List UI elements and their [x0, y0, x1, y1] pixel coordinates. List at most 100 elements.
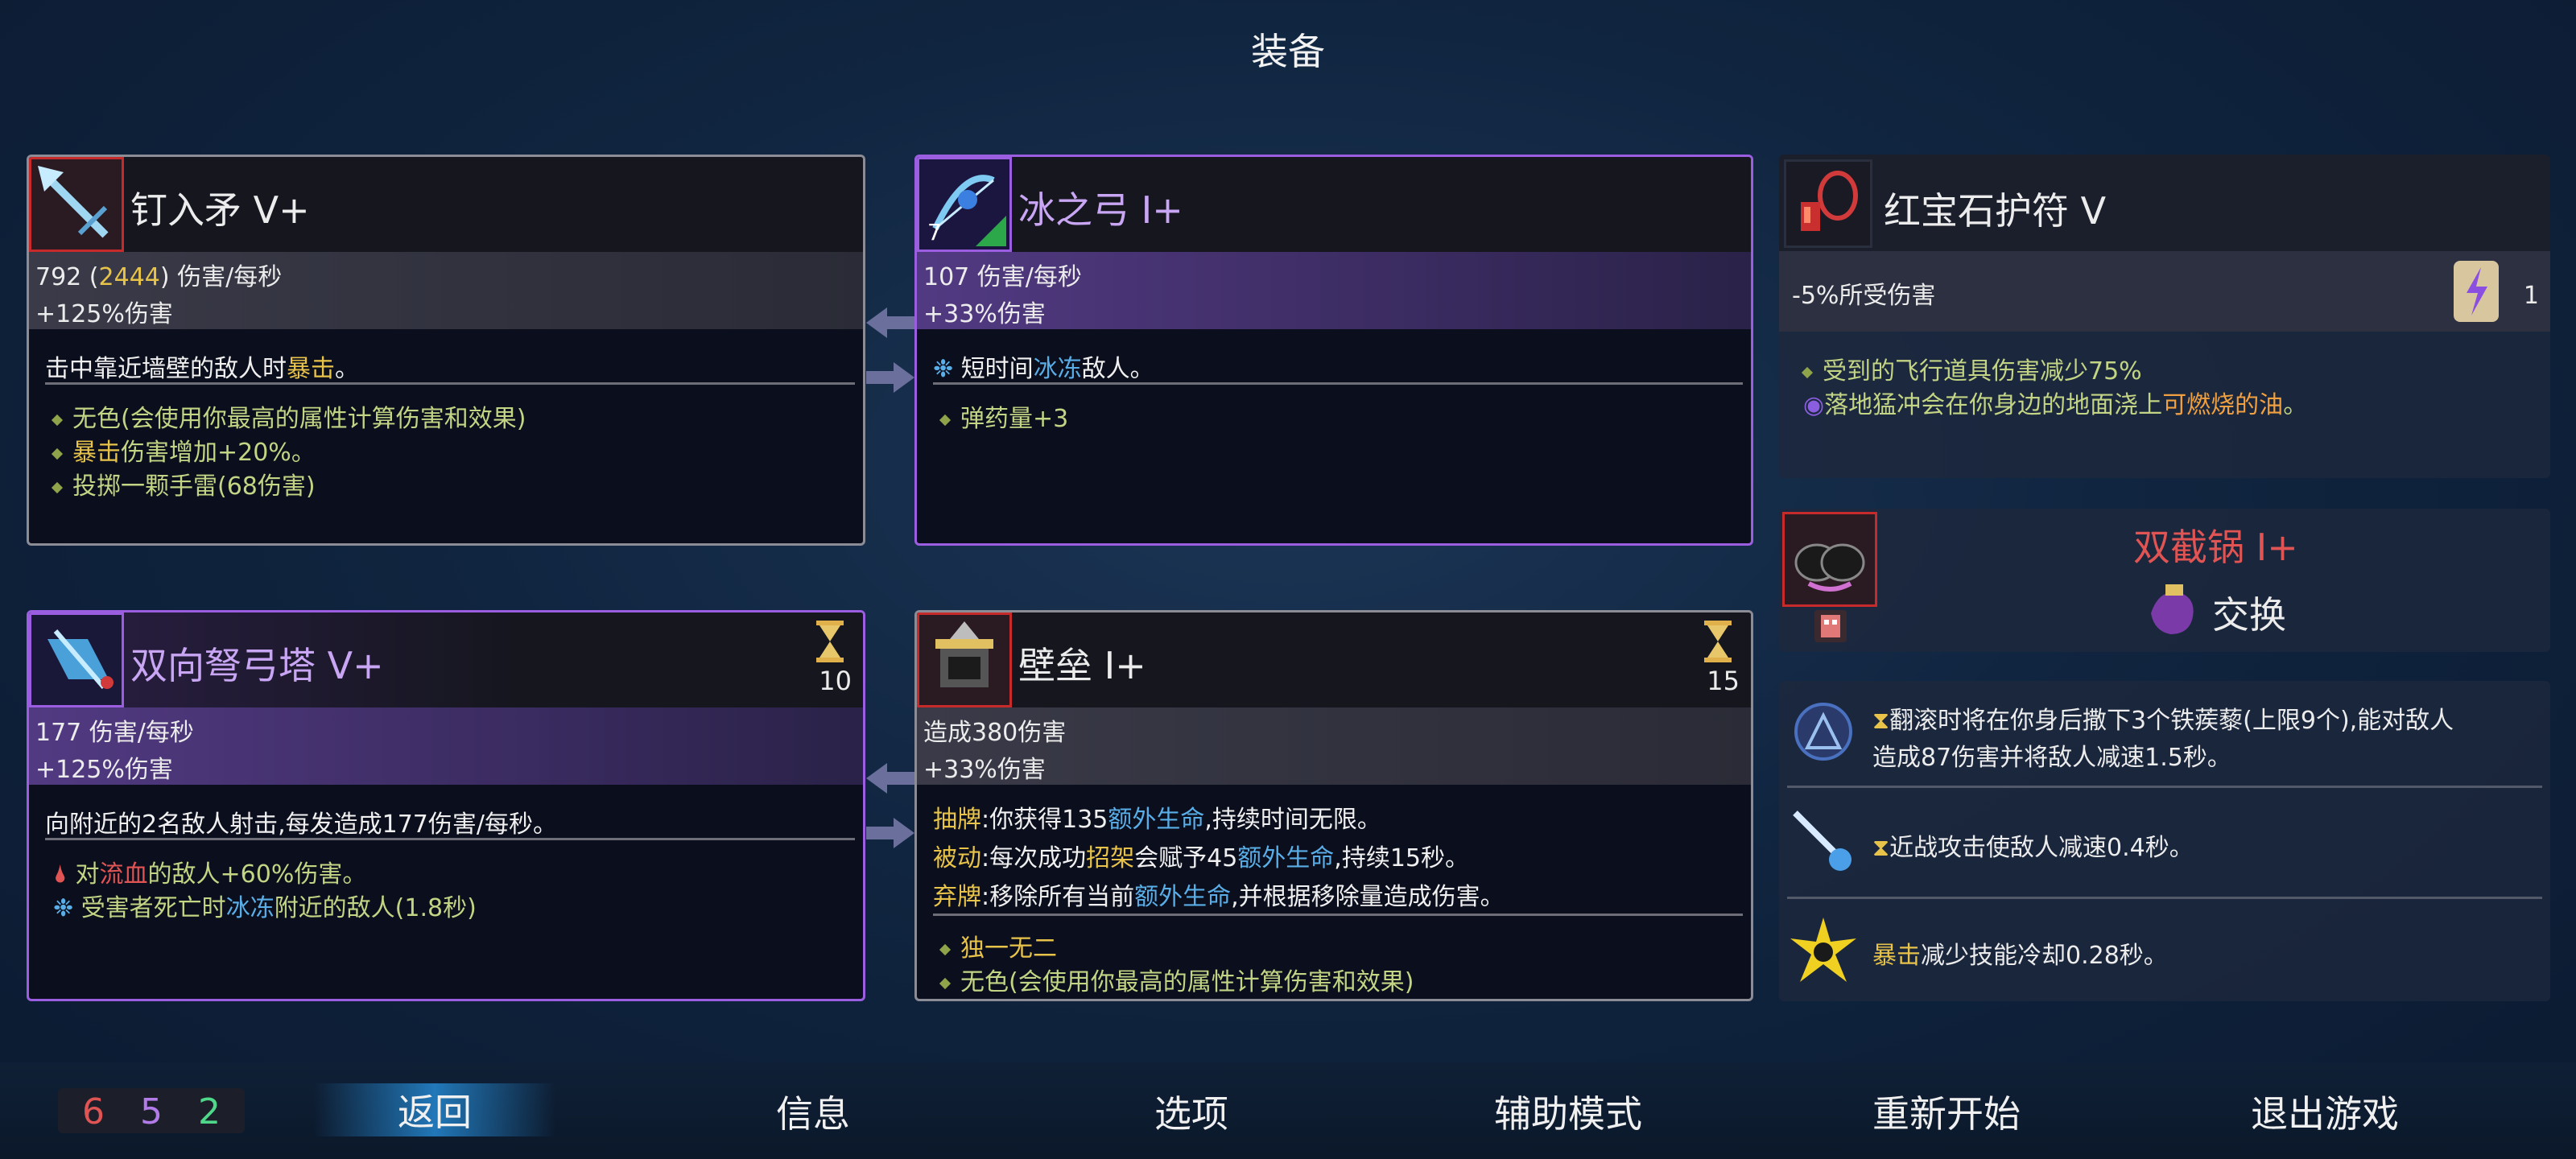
survival-count: 2	[198, 1091, 221, 1132]
weapon-card-spear[interactable]: 钉入矛 V+ 792 (2444) 伤害/每秒 +125%伤害 击中靠近墙壁的敌…	[27, 155, 865, 546]
snowflake-icon: ❉	[53, 894, 74, 922]
item-name: 双向弩弓塔 V+	[130, 644, 384, 687]
damage-stat: 造成380伤害	[923, 719, 1067, 747]
affix-bullet: 无色(会使用你最高的属性计算伤害和效果)	[939, 962, 1414, 997]
purple-hand-icon[interactable]	[2143, 581, 2202, 641]
swap-action[interactable]: 交换	[2212, 586, 2286, 639]
crit-burst-icon	[1790, 918, 1856, 982]
spear-icon	[29, 157, 124, 252]
affix-bullet: ❉ 受害者死亡时冰冻附近的敌人(1.8秒)	[53, 894, 477, 922]
cooldown-seconds: 10	[819, 666, 852, 696]
affix-bullet: 暴击伤害增加+20%。	[51, 432, 316, 468]
menu-back[interactable]: 返回	[314, 1083, 555, 1136]
dps-stat: 792 (2444) 伤害/每秒	[35, 263, 283, 291]
amulet-panel[interactable]: 红宝石护符 V -5%所受伤害 1 受到的飞行道具伤害减少75% ◉落地猛冲会在…	[1779, 155, 2550, 478]
item-name: 冰之弓 I+	[1018, 188, 1183, 232]
discard-effect: 弃牌:移除所有当前额外生命,并根据移除量造成伤害。	[933, 883, 1505, 911]
brutality-count: 6	[82, 1091, 105, 1132]
divider	[933, 382, 1743, 385]
swap-left-arrow-icon[interactable]	[866, 304, 914, 341]
menu-quit-game[interactable]: 退出游戏	[2204, 1085, 2446, 1138]
dps-stat: 177 伤害/每秒	[35, 719, 194, 747]
swap-right-arrow-icon[interactable]	[866, 815, 914, 852]
mutation-text: ⧗翻滚时将在你身后撒下3个铁蒺藜(上限9个),能对敌人	[1872, 707, 2454, 735]
mutations-panel: ⧗翻滚时将在你身后撒下3个铁蒺藜(上限9个),能对敌人 造成87伤害并将敌人减速…	[1779, 681, 2550, 1001]
slow-mutation[interactable]: ⧗近战攻击使敌人减速0.4秒。	[1779, 789, 2550, 893]
divider	[933, 914, 1743, 916]
draw-effect: 抽牌:你获得135额外生命,持续时间无限。	[933, 806, 1381, 834]
dps-stat: 107 伤害/每秒	[923, 263, 1082, 291]
divider	[45, 382, 855, 385]
divider	[45, 838, 855, 840]
menu-assist-mode[interactable]: 辅助模式	[1447, 1085, 1689, 1138]
hourglass-small-icon: ⧗	[1872, 707, 1890, 735]
stat-scrolls-counter: 6 5 2	[58, 1088, 245, 1133]
cooldown-hourglass-icon	[1704, 621, 1732, 662]
card-header: 7 冰之弓 I+	[917, 157, 1751, 252]
skill-card-crossbow-turret[interactable]: 双向弩弓塔 V+ 10 177 伤害/每秒 +125%伤害 向附近的2名敌人射击…	[27, 610, 865, 1001]
menu-info[interactable]: 信息	[692, 1085, 934, 1138]
item-description: 击中靠近墙壁的敌人时暴击。	[45, 355, 359, 383]
damage-bonus: +125%伤害	[35, 300, 173, 328]
stats-block: 造成380伤害 +33%伤害	[917, 707, 1751, 785]
crossbow-turret-icon	[29, 612, 124, 707]
item-description: 向附近的2名敌人射击,每发造成177伤害/每秒。	[45, 810, 557, 839]
swap-right-arrow-icon[interactable]	[866, 359, 914, 396]
item-level: 7	[927, 219, 942, 245]
affix-bullet: 弹药量+3	[939, 398, 1068, 434]
rampart-icon	[917, 612, 1012, 707]
cooldown-hourglass-icon	[816, 621, 844, 662]
weapon-card-ice-bow[interactable]: 7 冰之弓 I+ 107 伤害/每秒 +33%伤害 ❉ 短时间冰冻敌人。 弹药量…	[914, 155, 1753, 546]
damage-bonus: +33%伤害	[923, 756, 1046, 784]
purple-orb-icon: ◉	[1803, 391, 1825, 419]
item-description: ❉ 短时间冰冻敌人。	[933, 355, 1154, 383]
cooldown-seconds: 15	[1707, 666, 1740, 696]
item-name: 红宝石护符 V	[1884, 189, 2107, 233]
stats-block: 792 (2444) 伤害/每秒 +125%伤害	[29, 252, 863, 329]
mutation-text: ⧗近战攻击使敌人减速0.4秒。	[1872, 834, 2194, 862]
ice-bow-icon: 7	[917, 157, 1012, 252]
twin-pan-icon	[1782, 512, 1877, 607]
passive-effect: 被动:每次成功招架会赋予45额外生命,持续15秒。	[933, 844, 1470, 872]
stats-block: 177 伤害/每秒 +125%伤害	[29, 707, 863, 785]
frost-blade-icon	[1793, 810, 1852, 871]
menu-options[interactable]: 选项	[1071, 1085, 1312, 1138]
damage-bonus: +125%伤害	[35, 756, 173, 784]
item-name: 双截锅 I+	[2133, 526, 2298, 569]
card-header: 钉入矛 V+	[29, 157, 863, 252]
card-header: 壁垒 I+ 15	[917, 612, 1751, 707]
ruby-amulet-icon	[1784, 159, 1872, 248]
skill-card-rampart[interactable]: 壁垒 I+ 15 造成380伤害 +33%伤害 抽牌:你获得135额外生命,持续…	[914, 610, 1753, 1001]
affix-bullet: 投掷一颗手雷(68伤害)	[51, 466, 316, 501]
affix-bullet: 独一无二	[939, 928, 1057, 963]
card-header: 双向弩弓塔 V+ 10	[29, 612, 863, 707]
swap-left-arrow-icon[interactable]	[866, 760, 914, 797]
mutation-text-line2: 造成87伤害并将敌人减速1.5秒。	[1872, 744, 2231, 772]
divider	[1787, 786, 2542, 788]
item-name: 钉入矛 V+	[130, 188, 310, 232]
crit-cooldown-mutation[interactable]: 暴击减少技能冷却0.28秒。	[1779, 900, 2550, 1001]
tactics-count: 5	[140, 1091, 163, 1132]
affix-bullet: ◉落地猛冲会在你身边的地面浇上可燃烧的油。	[1803, 391, 2308, 419]
menu-restart[interactable]: 重新开始	[1826, 1085, 2067, 1138]
damage-bonus: +33%伤害	[923, 300, 1046, 328]
mutation-text: 暴击减少技能冷却0.28秒。	[1872, 942, 2168, 970]
screen-title: 装备	[1251, 30, 1325, 73]
swap-item-panel[interactable]: 双截锅 I+ 交换	[1779, 509, 2550, 652]
stats-block: 107 伤害/每秒 +33%伤害	[917, 252, 1751, 329]
hourglass-small-icon: ⧗	[1872, 834, 1890, 862]
blood-drop-icon: 🌢	[53, 860, 68, 889]
affix-bullet: 无色(会使用你最高的属性计算伤害和效果)	[51, 398, 526, 434]
affix-bullet: 🌢 对流血的敌人+60%伤害。	[53, 860, 367, 889]
affix-bullet: 受到的飞行道具伤害减少75%	[1801, 351, 2142, 386]
bottom-menu-bar: 6 5 2 返回 信息 选项 辅助模式 重新开始 退出游戏	[0, 1062, 2576, 1159]
item-name: 壁垒 I+	[1018, 644, 1146, 687]
damage-reduction-stat: -5%所受伤害	[1792, 282, 1936, 310]
snowflake-icon: ❉	[933, 355, 954, 383]
caltrops-mutation[interactable]: ⧗翻滚时将在你身后撒下3个铁蒺藜(上限9个),能对敌人 造成87伤害并将敌人减速…	[1779, 681, 2550, 786]
owner-face-icon	[1814, 610, 1847, 642]
scroll-count: 1	[2523, 282, 2539, 310]
caltrops-icon	[1794, 703, 1852, 761]
scroll-icon	[2454, 261, 2499, 322]
divider	[1787, 897, 2542, 899]
